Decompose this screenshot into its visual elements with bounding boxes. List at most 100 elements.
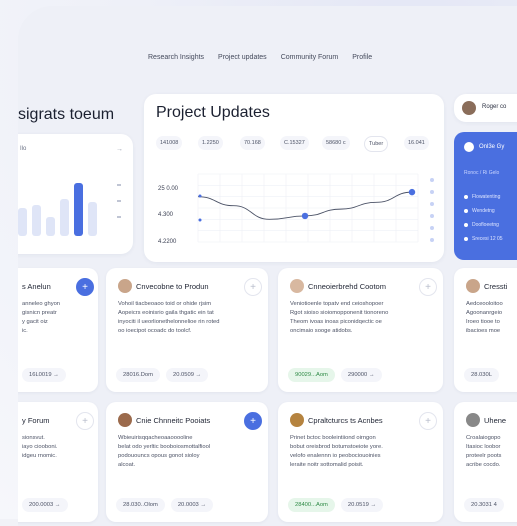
post-card-body: Croalaiogopo Itasioc loobor proteelr poots… [466,435,502,468]
post-stat[interactable]: 20.0003 → [170,498,214,512]
user-name: Roger co [482,104,507,110]
post-card-title: Cressti [484,282,508,291]
y-tick-label: 25 0.00 [158,186,179,192]
metric-chip[interactable]: 58680 c [322,136,350,150]
metric-chip[interactable]: 16.041 [404,136,429,150]
mini-bar [60,198,69,236]
post-card[interactable]: Cnneoierbrehd Cootom + Veniotioenle topa… [278,268,443,392]
data-point[interactable] [408,188,416,196]
side-marker [430,214,434,218]
status-card: Onl3e Gy Ronoc / Ri Gelo Flowatenting We… [454,132,517,260]
metric-chip[interactable]: Tuber [364,136,389,152]
status-item[interactable]: Wendetng [464,208,495,214]
post-stat[interactable]: 90029...Aom [288,368,335,382]
post-card[interactable]: Uhene Croalaiogopo Itasioc loobor proteelr… [454,402,517,522]
mini-bar [88,201,97,236]
bullet-icon [464,237,468,241]
arrow-right-icon[interactable]: → [116,146,123,153]
post-card-title: Cnneoierbrehd Cootom [308,282,386,291]
axis-marker [198,218,202,222]
avatar [466,279,480,293]
metric-chip[interactable]: 1.2250 [198,136,223,150]
post-card-title: Cnie Chnneitc Pooiats [136,416,211,425]
post-card[interactable]: Cnvecobne to Produn + Vohoil tiacbeoaoo … [106,268,268,392]
nav-item-community-forum[interactable]: Community Forum [281,54,339,61]
post-stat[interactable]: 20.3031 4 [464,498,504,512]
add-icon[interactable]: + [419,278,437,296]
avatar [466,413,480,427]
side-marker [430,202,434,206]
post-card-body: Veniotioenle topatv end ceioshopoer Rgot … [290,301,389,334]
left-panel-title: sigrats toeum [18,106,115,123]
status-item[interactable]: Flowatenting [464,194,500,200]
add-icon[interactable]: + [76,278,94,296]
avatar [290,413,304,427]
post-card[interactable]: s Anelun + anneleo ghyon gisnicn preatr y … [18,268,98,392]
post-card[interactable]: Cpraltcturcs ts Acnbes + Prinet bctoc bo… [278,402,443,522]
project-updates-title: Project Updates [156,104,270,121]
axis-marker [198,194,202,198]
add-icon[interactable]: + [244,278,262,296]
legend-tick [117,216,121,218]
post-card-title: Cpraltcturcs ts Acnbes [308,416,383,425]
post-stat[interactable]: 20.0509 → [165,368,209,382]
mini-bar [32,205,41,236]
nav-item-profile[interactable]: Profile [352,54,372,61]
avatar [118,279,132,293]
post-card-body: anneleo ghyon gisnicn preatr y gacit oiz ic… [22,301,61,334]
status-icon [464,142,474,152]
status-item[interactable]: Doofloeetng [464,222,499,228]
post-stat[interactable]: 28400...Aom [288,498,335,512]
user-card[interactable]: Roger co [454,94,517,122]
add-icon[interactable]: + [419,412,437,430]
avatar [118,413,132,427]
left-chart-card: Ilo → [18,134,133,254]
data-point[interactable] [301,212,309,220]
post-card-title: Uhene [484,416,507,425]
metric-chip[interactable]: 70.168 [240,136,265,150]
add-icon[interactable]: + [76,412,94,430]
post-card[interactable]: Cressti Aedceooloitoo Agoonanrgeio Iroeo t… [454,268,517,392]
post-stat[interactable]: 28.030..Olom [116,498,165,512]
legend-tick [117,184,121,186]
metric-chip[interactable]: C.15327 [280,136,309,150]
bullet-icon [464,209,468,213]
bullet-icon [464,223,468,227]
post-stat[interactable]: 28016.Dom [116,368,160,382]
post-stat[interactable]: 16L0019 → [22,368,66,382]
post-stat[interactable]: 28.030L [464,368,499,382]
top-bar: Research Insights Project updates Commun… [18,6,517,91]
legend-tick [117,200,121,202]
y-tick-label: 4.2200 [158,239,177,245]
post-card-body: Aedceooloitoo Agoonanrgeio Iroeo tiooe to i… [466,301,503,334]
status-subtitle: Ronoc / Ri Gelo [464,170,500,176]
post-card-body: Wbieuirisqqacheoaaooooline belat odo yerl… [118,435,211,468]
post-card[interactable]: y Forum + sionsvut. iayo ciooboni. idgeu r… [18,402,98,522]
y-tick-label: 4.300 [158,212,174,218]
nav-item-project-updates[interactable]: Project updates [218,54,267,61]
status-title: Onl3e Gy [479,144,505,150]
app-window: Research Insights Project updates Commun… [18,6,517,526]
post-stat[interactable]: 200.0003 → [22,498,68,512]
side-marker [430,226,434,230]
nav-item-research-insights[interactable]: Research Insights [148,54,204,61]
avatar [462,101,476,115]
project-updates-card: Project Updates 141008 1.2250 70.168 C.1… [144,94,444,262]
left-mini-bar-chart [18,174,103,236]
post-stat[interactable]: 290000 → [340,368,382,382]
metric-chip[interactable]: 141008 [156,136,183,150]
post-card-title: Cnvecobne to Produn [136,282,209,291]
side-marker [430,238,434,242]
mini-bar [74,183,83,236]
add-icon[interactable]: + [244,412,262,430]
main-nav: Research Insights Project updates Commun… [148,54,372,61]
bullet-icon [464,195,468,199]
status-item[interactable]: Srecesi 12 05 [464,236,503,242]
post-card-body: Prinet bctoc booleintiiond oirngon bobut … [290,435,383,468]
post-stat[interactable]: 20.0519 → [340,498,384,512]
post-card[interactable]: Cnie Chnneitc Pooiats + Wbieuirisqqacheo… [106,402,268,522]
mini-bar [46,217,55,236]
post-card-title: y Forum [22,416,50,425]
avatar [290,279,304,293]
project-line-chart [197,173,434,243]
